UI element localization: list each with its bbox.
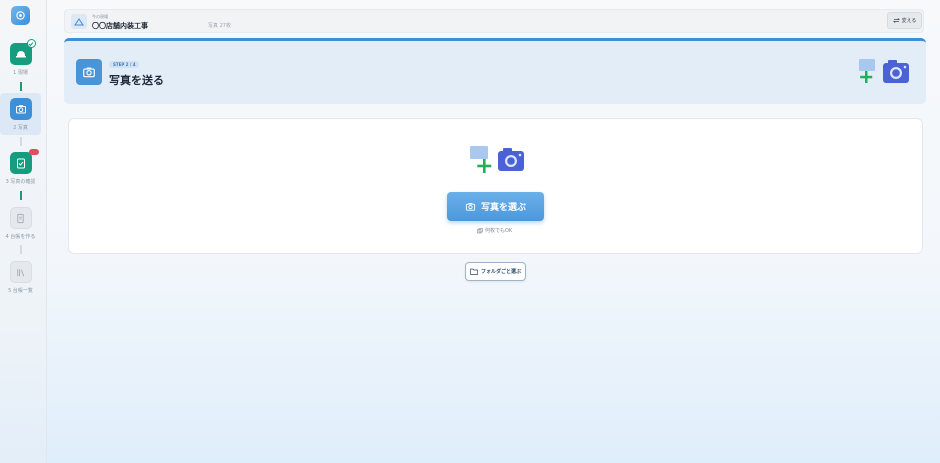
change-project-label: 変える [901, 18, 917, 24]
app-logo-icon [16, 11, 25, 20]
add-photo-illustration-icon [470, 146, 524, 173]
sidebar-step-label: 4 台帳を作る [5, 234, 36, 240]
step-indicator: STEP 2 / 4 [109, 61, 140, 68]
clipboard-check-icon [16, 158, 25, 169]
select-folder-button[interactable]: フォルダごと選ぶ [465, 262, 526, 281]
step-ledger-list-box [9, 261, 32, 283]
folder-icon [470, 268, 478, 275]
notification-badge [28, 149, 39, 155]
sidebar-step-label: 2 写真 [13, 125, 28, 131]
swap-icon [892, 18, 900, 23]
app-logo[interactable] [11, 6, 30, 25]
step-connector [20, 137, 22, 146]
done-check-icon [26, 39, 36, 48]
select-folder-label: フォルダごと選ぶ [480, 269, 521, 275]
hardhat-icon [15, 51, 26, 58]
select-photos-label: 写真を選ぶ [480, 203, 526, 213]
upload-card: 写真を選ぶ 何枚でもOK [68, 118, 923, 254]
multiple-photos-icon [477, 227, 483, 233]
sidebar-step-review[interactable]: 3 写真の確認 [0, 149, 41, 185]
step-review-box [9, 149, 39, 174]
step-make-ledger-box [9, 207, 32, 229]
photo-count: 写真 27枚 [208, 23, 231, 29]
sidebar-step-ledger-list[interactable]: 5 台帳一覧 [0, 261, 41, 294]
step-connector [20, 191, 22, 200]
multi-select-note: 何枚でもOK [477, 227, 512, 234]
step-banner: STEP 2 / 4 写真を送る [64, 38, 926, 104]
project-subtitle: 今の現場 [92, 14, 108, 19]
multi-select-note-text: 何枚でもOK [485, 228, 513, 234]
camera-icon [15, 105, 26, 114]
change-project-button[interactable]: 変える [887, 12, 922, 29]
library-icon [17, 268, 25, 276]
page-title: 写真を送る [109, 74, 164, 87]
sidebar: 1 現場 2 写真 3 写真の確認 4 台帳を作る 5 台帳一覧 [0, 0, 47, 463]
project-header: 今の現場 〇〇店舗内装工事 写真 27枚 変える [64, 9, 924, 33]
step-site-box [9, 39, 36, 65]
camera-icon [76, 59, 102, 85]
step-photos-box [9, 98, 32, 120]
document-icon [17, 213, 24, 223]
sidebar-step-label: 5 台帳一覧 [8, 288, 33, 294]
sidebar-step-label: 3 写真の確認 [5, 179, 36, 185]
camera-icon [465, 203, 476, 211]
add-photo-illustration-icon [859, 59, 909, 83]
project-name: 〇〇店舗内装工事 [92, 22, 148, 30]
building-icon [71, 14, 87, 29]
select-photos-button[interactable]: 写真を選ぶ [447, 192, 544, 221]
step-connector [20, 245, 22, 254]
sidebar-step-label: 1 現場 [13, 70, 28, 76]
sidebar-step-photos[interactable]: 2 写真 [0, 93, 41, 135]
sidebar-step-site[interactable]: 1 現場 [0, 39, 41, 76]
sidebar-step-make-ledger[interactable]: 4 台帳を作る [0, 207, 41, 240]
step-connector [20, 82, 22, 91]
